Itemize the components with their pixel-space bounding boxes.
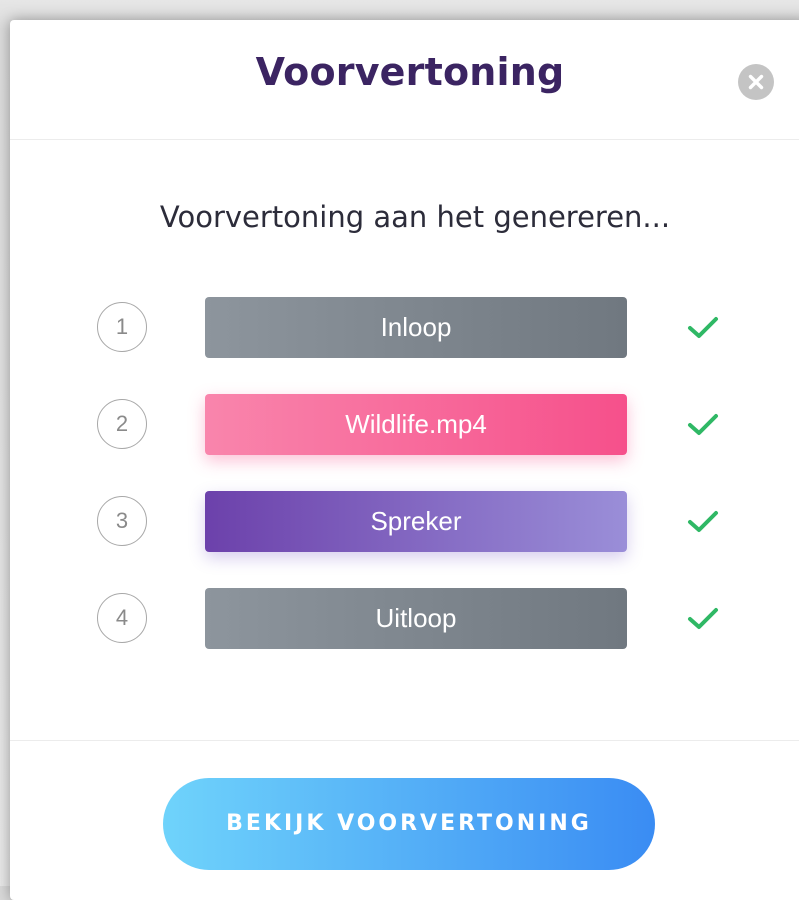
step-row: 3 Spreker <box>10 491 799 553</box>
preview-dialog: Voorvertoning Voorvertoning aan het gene… <box>10 20 799 900</box>
step-block-intro[interactable]: Inloop <box>205 297 627 358</box>
step-row: 4 Uitloop <box>10 588 799 650</box>
step-block-outro[interactable]: Uitloop <box>205 588 627 649</box>
step-block-video[interactable]: Wildlife.mp4 <box>205 394 627 455</box>
step-row: 2 Wildlife.mp4 <box>10 394 799 456</box>
checkmark-icon <box>688 511 718 532</box>
checkmark-icon <box>688 608 718 629</box>
step-block-speaker[interactable]: Spreker <box>205 491 627 552</box>
step-list: 1 Inloop 2 Wildlife.mp4 3 Spreker 4 Uitl… <box>10 20 799 900</box>
step-number: 2 <box>97 399 147 449</box>
step-number: 3 <box>97 496 147 546</box>
step-row: 1 Inloop <box>10 297 799 359</box>
checkmark-icon <box>688 414 718 435</box>
view-preview-button[interactable]: BEKIJK VOORVERTONING <box>163 778 655 870</box>
footer-divider <box>10 740 799 741</box>
step-number: 1 <box>97 302 147 352</box>
step-number: 4 <box>97 593 147 643</box>
checkmark-icon <box>688 317 718 338</box>
